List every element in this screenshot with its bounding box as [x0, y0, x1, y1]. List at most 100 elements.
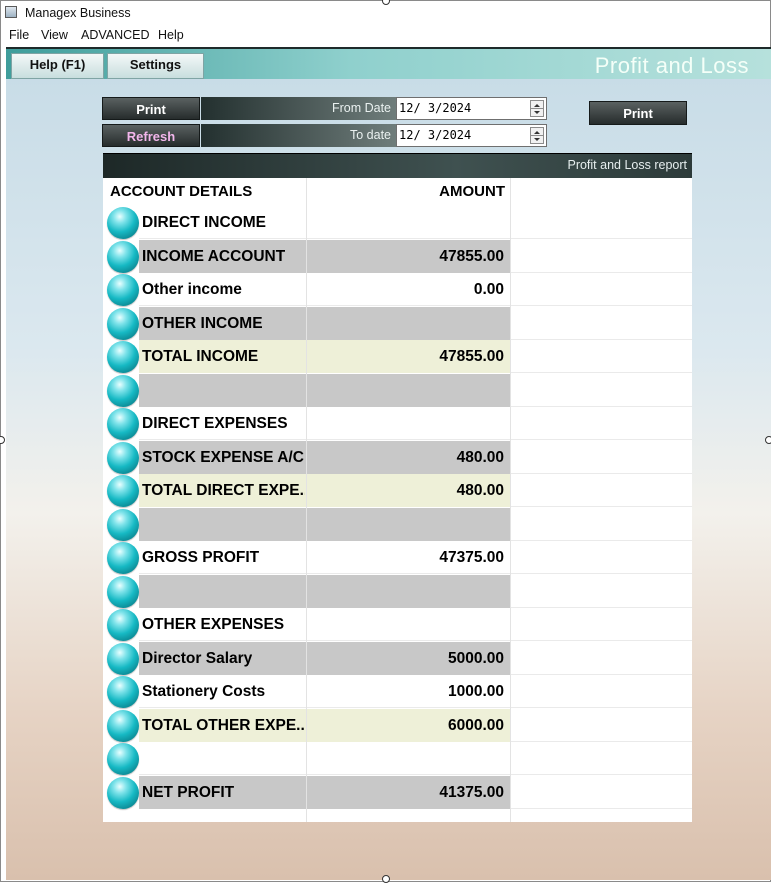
menu-bar: File View ADVANCED Help [1, 25, 770, 45]
table-row[interactable] [103, 373, 692, 407]
table-row[interactable]: OTHER EXPENSES [103, 608, 692, 641]
table-row[interactable]: 5000.00 Director Salary [103, 641, 692, 675]
to-date-label: To date [201, 124, 396, 147]
amount-cell [307, 306, 510, 340]
row-bullet-icon [107, 642, 139, 675]
table-row[interactable]: 480.00 TOTAL DIRECT EXPE... [103, 474, 692, 507]
from-date-label: From Date [201, 97, 396, 120]
row-bullet-icon [107, 508, 139, 541]
resize-handle[interactable] [765, 436, 771, 444]
print-report-button[interactable]: Print [589, 101, 687, 125]
empty-cell [511, 608, 692, 641]
table-row[interactable] [103, 574, 692, 608]
account-cell [139, 373, 306, 407]
empty-cell [511, 407, 692, 440]
table-row[interactable]: 41375.00 NET PROFIT [103, 775, 692, 809]
to-date-spinner[interactable] [530, 127, 544, 144]
empty-cell [511, 642, 692, 675]
print-button[interactable]: Print [102, 97, 200, 120]
account-label: Director Salary [142, 649, 253, 667]
from-date-value: 12/ 3/2024 [399, 101, 472, 115]
settings-button[interactable]: Settings [107, 53, 204, 79]
table-row[interactable]: DIRECT EXPENSES [103, 407, 692, 440]
account-label: Other income [142, 281, 242, 298]
page-title: Profit and Loss [594, 53, 749, 78]
column-header-account: ACCOUNT DETAILS [110, 183, 253, 200]
row-bullet-icon [107, 408, 139, 440]
empty-cell [511, 273, 692, 306]
table-row[interactable] [103, 507, 692, 541]
spinner-divider [531, 135, 543, 136]
row-bullet-icon [107, 341, 139, 373]
resize-handle[interactable] [0, 436, 5, 444]
amount-cell [307, 574, 510, 608]
account-label: NET PROFIT [142, 783, 235, 801]
menu-advanced[interactable]: ADVANCED [81, 28, 150, 42]
table-row[interactable]: 47855.00 TOTAL INCOME [103, 340, 692, 373]
amount-cell: 0.00 [307, 273, 510, 306]
help-button[interactable]: Help (F1) [11, 53, 104, 79]
amount-cell [307, 206, 510, 239]
menu-view[interactable]: View [41, 28, 68, 42]
empty-cell [511, 240, 692, 273]
app-window: Managex Business File View ADVANCED Help… [0, 0, 771, 883]
spinner-divider [531, 108, 543, 109]
menu-file[interactable]: File [9, 28, 29, 42]
amount-cell: 480.00 [307, 440, 510, 474]
amount-cell: 41375.00 [307, 775, 510, 809]
empty-cell [511, 541, 692, 574]
amount-value: 0.00 [473, 281, 504, 298]
amount-cell: 47855.00 [307, 340, 510, 373]
from-date-spinner[interactable] [530, 100, 544, 117]
to-date-field[interactable]: 12/ 3/2024 [396, 124, 547, 147]
row-bullet-icon [107, 374, 139, 407]
menu-help[interactable]: Help [158, 28, 184, 42]
account-label: Stationery Costs [142, 683, 266, 700]
amount-cell [307, 407, 510, 440]
table-row[interactable]: 47855.00 INCOME ACCOUNT [103, 239, 692, 273]
table-row[interactable]: 6000.00 TOTAL OTHER EXPE... [103, 708, 692, 742]
account-label: TOTAL OTHER EXPE... [142, 716, 305, 734]
from-date-field[interactable]: 12/ 3/2024 [396, 97, 547, 120]
report-header: Profit and Loss report [103, 153, 692, 178]
table-row[interactable]: DIRECT INCOME [103, 206, 692, 239]
spinner-up-icon [534, 104, 540, 107]
account-label: INCOME ACCOUNT [142, 247, 286, 265]
account-label: GROSS PROFIT [142, 549, 260, 566]
row-bullet-icon [107, 575, 139, 608]
row-bullet-icon [107, 743, 139, 775]
empty-cell [511, 776, 692, 809]
table-row[interactable] [103, 742, 692, 775]
account-label: DIRECT EXPENSES [142, 415, 288, 432]
account-label: TOTAL DIRECT EXPE... [142, 482, 305, 499]
empty-cell [511, 508, 692, 541]
spinner-down-icon [534, 111, 540, 114]
amount-value: 47855.00 [439, 247, 504, 265]
account-label: OTHER EXPENSES [142, 616, 285, 633]
report-title: Profit and Loss report [567, 158, 687, 172]
amount-cell [307, 373, 510, 407]
amount-value: 5000.00 [447, 649, 504, 667]
table-row[interactable]: 47375.00 GROSS PROFIT [103, 541, 692, 574]
empty-cell [511, 206, 692, 239]
row-bullet-icon [107, 307, 139, 340]
row-bullet-icon [107, 676, 139, 708]
table-row[interactable]: 1000.00 Stationery Costs [103, 675, 692, 708]
to-date-value: 12/ 3/2024 [399, 128, 472, 142]
amount-value: 480.00 [456, 482, 504, 499]
amount-cell [307, 507, 510, 541]
account-label: OTHER INCOME [142, 314, 263, 332]
table-row[interactable]: 480.00 STOCK EXPENSE A/C [103, 440, 692, 474]
table-row[interactable]: OTHER INCOME [103, 306, 692, 340]
table-row[interactable]: 0.00 Other income [103, 273, 692, 306]
row-bullet-icon [107, 709, 139, 742]
account-label: STOCK EXPENSE A/C [142, 448, 304, 466]
refresh-button[interactable]: Refresh [102, 124, 200, 147]
amount-cell [307, 608, 510, 641]
amount-cell: 6000.00 [307, 708, 510, 742]
empty-cell [511, 709, 692, 742]
empty-cell [511, 742, 692, 775]
account-cell [139, 507, 306, 541]
spinner-up-icon [534, 131, 540, 134]
row-bullet-icon [107, 240, 139, 273]
